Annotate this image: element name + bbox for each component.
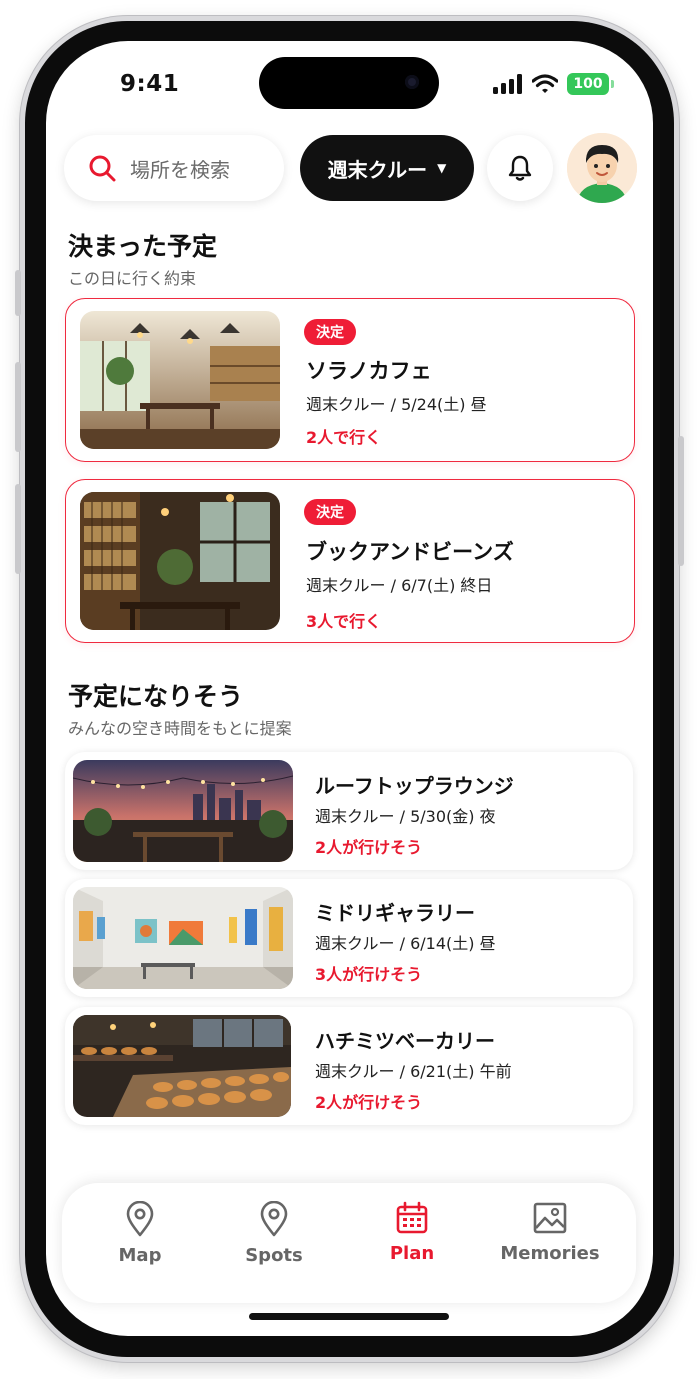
nav-item-memories[interactable]: Memories xyxy=(490,1183,610,1303)
nav-label: Map xyxy=(118,1245,162,1266)
search-input[interactable]: 場所を検索 xyxy=(130,154,230,183)
bookstore-cafe-photo xyxy=(80,492,280,630)
nav-item-plan[interactable]: Plan xyxy=(352,1183,472,1303)
section-subtitle-decided: この日に行く約束 xyxy=(68,269,197,288)
nav-item-spots[interactable]: Spots xyxy=(214,1183,334,1303)
status-time: 9:41 xyxy=(120,71,180,97)
app-screen: 9:41 100 場所を検索 週末クルー ▼ 決まった予定 この日に行く約束 決… xyxy=(46,41,653,1336)
nav-label: Memories xyxy=(500,1243,600,1264)
battery-indicator: 100 xyxy=(567,73,614,95)
status-indicators: 100 xyxy=(493,73,614,95)
rooftop-lounge-photo xyxy=(73,760,293,862)
plan-meta: 週末クルー / 6/14(土) 昼 xyxy=(315,934,496,953)
user-avatar-icon xyxy=(567,133,637,203)
plan-card-decided[interactable]: 決定 ブックアンドビーンズ 週末クルー / 6/7(土) 終日 3人で行く xyxy=(65,479,635,643)
plan-card-decided[interactable]: 決定 ソラノカフェ 週末クルー / 5/24(土) 昼 2人で行く xyxy=(65,298,635,462)
section-title-likely: 予定になりそう xyxy=(68,682,244,711)
location-pin-icon xyxy=(260,1201,288,1237)
dynamic-island xyxy=(259,57,439,109)
plan-meta: 週末クルー / 6/7(土) 終日 xyxy=(306,576,493,595)
home-indicator xyxy=(249,1313,449,1320)
power-button xyxy=(678,436,684,566)
map-pin-icon xyxy=(126,1201,154,1237)
avatar[interactable] xyxy=(567,133,637,203)
attendance-status: 3人で行く xyxy=(306,612,382,631)
availability-status: 3人が行けそう xyxy=(315,965,423,984)
chevron-down-icon: ▼ xyxy=(437,161,447,175)
plan-card-suggested[interactable]: ハチミツベーカリー 週末クルー / 6/21(土) 午前 2人が行けそう xyxy=(65,1007,633,1125)
plan-card-suggested[interactable]: ミドリギャラリー 週末クルー / 6/14(土) 昼 3人が行けそう xyxy=(65,879,633,997)
plan-meta: 週末クルー / 5/24(土) 昼 xyxy=(306,395,487,414)
bottom-navigation: Map Spots Plan Memories xyxy=(62,1183,636,1303)
place-name: ソラノカフェ xyxy=(306,359,432,383)
nav-item-map[interactable]: Map xyxy=(80,1183,200,1303)
group-selector-label: 週末クルー xyxy=(327,157,428,182)
search-icon xyxy=(89,155,116,182)
volume-up-button xyxy=(15,362,21,452)
nav-label: Spots xyxy=(245,1245,303,1266)
availability-status: 2人が行けそう xyxy=(315,838,423,857)
notifications-button[interactable] xyxy=(487,135,553,201)
attendance-status: 2人で行く xyxy=(306,428,382,447)
calendar-icon xyxy=(396,1201,428,1234)
place-name: ブックアンドビーンズ xyxy=(306,540,514,564)
gallery-photo xyxy=(73,887,293,989)
section-subtitle-likely: みんなの空き時間をもとに提案 xyxy=(68,719,292,738)
volume-down-button xyxy=(15,484,21,574)
camera-icon xyxy=(405,75,419,89)
bell-icon xyxy=(508,155,532,181)
group-selector[interactable]: 週末クルー ▼ xyxy=(300,135,474,201)
bakery-photo xyxy=(73,1015,291,1117)
section-title-decided: 決まった予定 xyxy=(68,232,218,261)
wifi-icon xyxy=(532,74,558,93)
availability-status: 2人が行けそう xyxy=(315,1093,423,1112)
action-button xyxy=(15,270,21,316)
place-name: ハチミツベーカリー xyxy=(315,1029,495,1053)
plan-card-suggested[interactable]: ルーフトップラウンジ 週末クルー / 5/30(金) 夜 2人が行けそう xyxy=(65,752,633,870)
status-badge: 決定 xyxy=(304,499,356,525)
place-name: ルーフトップラウンジ xyxy=(315,774,514,798)
plan-meta: 週末クルー / 6/21(土) 午前 xyxy=(315,1062,512,1081)
nav-label: Plan xyxy=(389,1243,435,1264)
plan-meta: 週末クルー / 5/30(金) 夜 xyxy=(315,807,496,826)
cafe-photo xyxy=(80,311,280,449)
image-icon xyxy=(533,1202,567,1234)
search-bar[interactable]: 場所を検索 xyxy=(64,135,284,201)
status-badge: 決定 xyxy=(304,319,356,345)
signal-icon xyxy=(493,74,522,94)
place-name: ミドリギャラリー xyxy=(315,901,475,925)
